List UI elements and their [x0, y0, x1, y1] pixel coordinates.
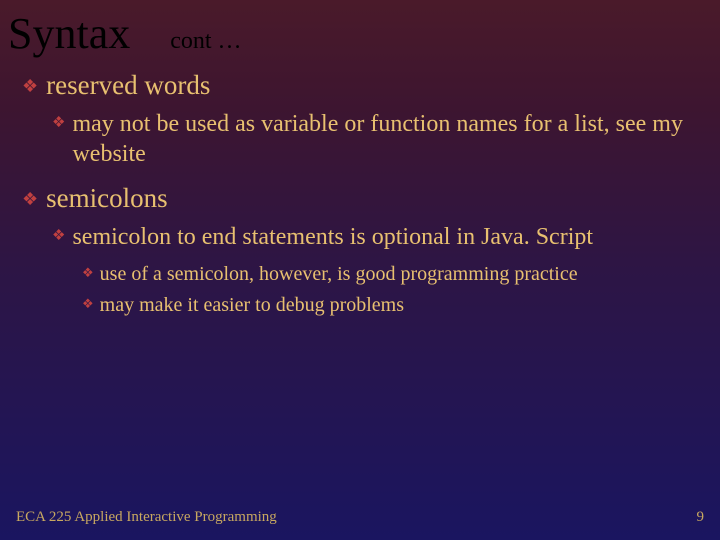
footer-left: ECA 225 Applied Interactive Programming	[16, 509, 277, 526]
slide-title: Syntax	[8, 12, 130, 56]
diamond-bullet-icon: ❖	[22, 76, 38, 97]
bullet-level1: ❖ semicolons	[22, 183, 698, 214]
diamond-bullet-icon: ❖	[22, 189, 38, 210]
bullet-text: semicolon to end statements is optional …	[72, 222, 593, 252]
bullet-text: use of a semicolon, however, is good pro…	[100, 262, 578, 287]
bullet-level3: ❖ use of a semicolon, however, is good p…	[82, 262, 698, 287]
diamond-bullet-icon: ❖	[82, 265, 94, 281]
diamond-bullet-icon: ❖	[52, 113, 65, 132]
bullet-level3: ❖ may make it easier to debug problems	[82, 293, 698, 318]
title-cont: cont …	[170, 28, 241, 55]
bullet-level1: ❖ reserved words	[22, 70, 698, 101]
diamond-bullet-icon: ❖	[82, 296, 94, 312]
slide-number: 9	[697, 509, 705, 526]
bullet-text: may make it easier to debug problems	[100, 293, 404, 318]
bullet-level2: ❖ semicolon to end statements is optiona…	[52, 222, 698, 252]
bullet-text: reserved words	[46, 70, 210, 101]
content-area: ❖ reserved words ❖ may not be used as va…	[0, 56, 720, 318]
bullet-text: may not be used as variable or function …	[72, 109, 698, 169]
diamond-bullet-icon: ❖	[52, 226, 65, 245]
bullet-text: semicolons	[46, 183, 168, 214]
bullet-level2: ❖ may not be used as variable or functio…	[52, 109, 698, 169]
footer: ECA 225 Applied Interactive Programming …	[0, 509, 720, 526]
title-row: Syntax cont …	[0, 0, 720, 56]
